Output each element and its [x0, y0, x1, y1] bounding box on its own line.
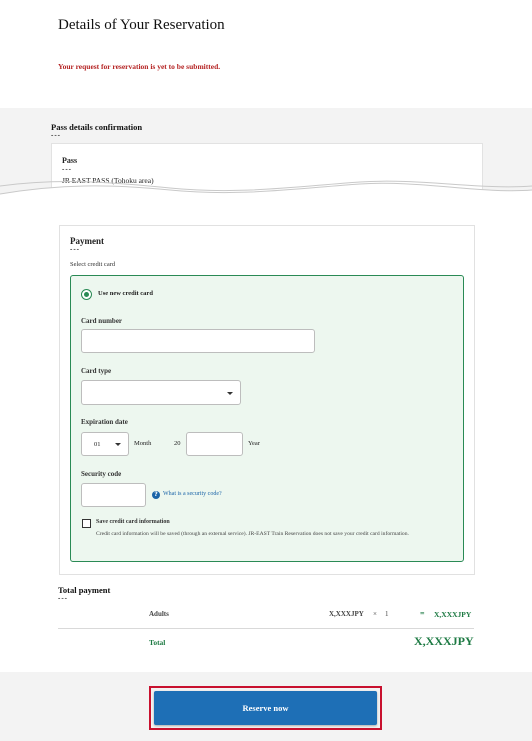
card-type-label: Card type [81, 367, 112, 375]
page-title: Details of Your Reservation [58, 17, 225, 33]
pass-label-underline: --- [62, 165, 72, 173]
use-new-card-label[interactable]: Use new credit card [98, 290, 153, 297]
reserve-now-button[interactable]: Reserve now [154, 691, 377, 725]
card-number-input[interactable] [81, 329, 315, 353]
save-card-label[interactable]: Save credit card information [96, 519, 170, 525]
line-amount: X,XXXJPY [434, 610, 472, 619]
new-card-form: Use new credit card Card number Card typ… [70, 275, 464, 562]
month-label: Month [134, 440, 152, 447]
year-prefix: 20 [174, 440, 181, 447]
section-break-wave [0, 180, 532, 214]
pass-label: Pass [62, 156, 78, 165]
times-symbol: × [373, 610, 377, 618]
expiration-label: Expiration date [81, 418, 128, 426]
chevron-down-icon [227, 391, 233, 395]
year-label: Year [248, 440, 260, 447]
reservation-warning: Your request for reservation is yet to b… [58, 62, 221, 71]
expiration-year-input[interactable] [186, 432, 243, 456]
total-amount: X,XXXJPY [414, 634, 474, 648]
chevron-down-icon [115, 443, 121, 446]
adults-label: Adults [149, 610, 169, 618]
question-circle-icon[interactable]: ? [152, 491, 160, 499]
security-code-help-link[interactable]: What is a security code? [163, 491, 222, 497]
heading-underline: --- [51, 131, 61, 139]
quantity: 1 [385, 610, 389, 618]
unit-price: X,XXXJPY [329, 610, 364, 618]
security-code-label: Security code [81, 470, 122, 478]
total-divider [58, 628, 474, 629]
payment-heading-underline: --- [70, 245, 80, 253]
security-code-input[interactable] [81, 483, 146, 507]
card-number-label: Card number [81, 317, 123, 325]
total-heading-underline: --- [58, 594, 68, 602]
pass-section-heading: Pass details confirmation [51, 122, 143, 132]
expiration-month-value: 01 [94, 441, 101, 448]
total-label: Total [149, 638, 166, 647]
save-card-note: Credit card information will be saved (t… [96, 531, 409, 537]
expiration-month-select[interactable]: 01 [81, 432, 129, 456]
select-card-label: Select credit card [70, 261, 116, 268]
payment-panel: Payment --- Select credit card Use new c… [59, 225, 475, 575]
use-new-card-radio[interactable] [81, 289, 92, 300]
equals-symbol: = [420, 609, 425, 618]
card-type-select[interactable] [81, 380, 241, 405]
save-card-checkbox[interactable] [82, 519, 91, 528]
